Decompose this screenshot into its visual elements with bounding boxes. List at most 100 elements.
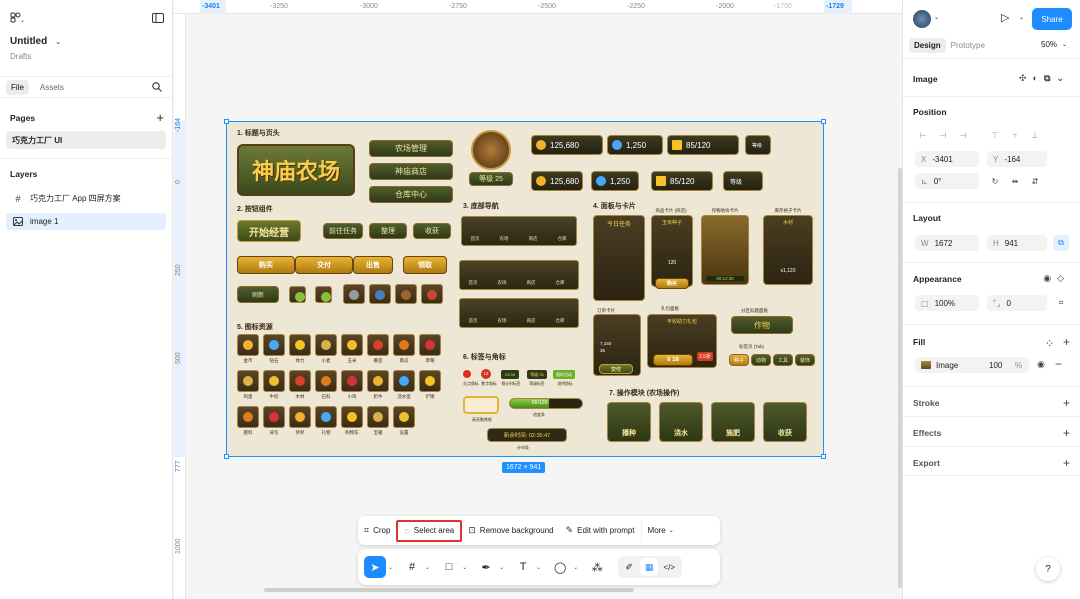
design-mode-icon[interactable]: ▦ bbox=[640, 558, 659, 576]
sidebar-toggle-icon[interactable] bbox=[152, 13, 164, 23]
align-left-icon[interactable]: ⊢ bbox=[915, 127, 931, 143]
styles-icon[interactable]: ⁘ bbox=[1046, 339, 1053, 348]
lasso-icon: ◌ bbox=[404, 525, 410, 536]
corner-radius-input[interactable]: ⌜⌟ 0 bbox=[987, 295, 1047, 311]
action-button: 浇水 bbox=[659, 402, 703, 442]
chevron-down-icon[interactable]: ⌄ bbox=[1019, 14, 1024, 21]
component-icons[interactable]: ✣◐⧉⌄ bbox=[1019, 73, 1070, 84]
flip-horizontal-icon[interactable]: ⇹ bbox=[1007, 173, 1023, 189]
buy-button: 购买 bbox=[655, 278, 689, 289]
layer-type-row: Image ✣◐⧉⌄ bbox=[913, 73, 1070, 84]
add-effect-icon[interactable]: + bbox=[1063, 426, 1070, 440]
add-fill-icon[interactable]: + bbox=[1063, 335, 1070, 349]
figma-menu-icon[interactable]: ⌄ bbox=[10, 12, 24, 24]
tab-design[interactable]: Design bbox=[909, 38, 946, 53]
tab-assets[interactable]: Assets bbox=[35, 80, 69, 95]
zoom-level[interactable]: 50% bbox=[1041, 40, 1057, 49]
actions-tool-icon[interactable]: ⁂ bbox=[586, 556, 608, 578]
divider bbox=[0, 158, 172, 159]
remove-background-icon: ⊡ bbox=[468, 525, 476, 535]
resize-handle[interactable] bbox=[821, 119, 826, 124]
add-stroke-icon[interactable]: + bbox=[1063, 396, 1070, 410]
individual-corners-icon[interactable]: ⌗ bbox=[1053, 295, 1069, 311]
rotation-input[interactable]: ⊾ 0° bbox=[915, 173, 979, 189]
opacity-input[interactable]: ▢ 100% bbox=[915, 295, 979, 311]
constrain-proportions-icon[interactable]: ⧉ bbox=[1053, 235, 1069, 251]
draw-mode-icon[interactable]: ✐ bbox=[620, 558, 638, 576]
search-icon[interactable] bbox=[152, 82, 162, 92]
chevron-down-icon[interactable]: ⌄ bbox=[388, 564, 393, 571]
align-middle-icon[interactable]: ⫟ bbox=[1007, 127, 1023, 143]
file-title-row[interactable]: Untitled ⌄ bbox=[10, 36, 164, 47]
chevron-down-icon[interactable]: ⌄ bbox=[1062, 41, 1067, 48]
canvas[interactable]: -3401 -3250 -3000 -2750 -2500 -2250 -200… bbox=[174, 0, 902, 599]
chevron-down-icon[interactable]: ⌄ bbox=[934, 14, 939, 21]
remove-fill-icon[interactable]: − bbox=[1055, 357, 1062, 371]
x-input[interactable]: X -3401 bbox=[915, 151, 979, 167]
rotate-icon[interactable]: ↻ bbox=[987, 173, 1003, 189]
resource-icon-label: 小麦 bbox=[321, 358, 331, 363]
resize-handle[interactable] bbox=[224, 454, 229, 459]
fill-visibility-icon[interactable]: ◉ bbox=[1037, 359, 1045, 370]
watering-can-tile-icon bbox=[369, 284, 391, 304]
edit-with-prompt-button[interactable]: ✎ Edit with prompt bbox=[560, 520, 641, 542]
flip-vertical-icon[interactable]: ⇵ bbox=[1027, 173, 1043, 189]
align-center-icon[interactable]: ⊣ bbox=[935, 127, 951, 143]
remove-background-button[interactable]: ⊡ Remove background bbox=[462, 520, 559, 542]
select-area-button[interactable]: ◌ Select area bbox=[396, 519, 463, 542]
dev-mode-icon[interactable]: </> bbox=[660, 558, 678, 576]
layers-title: Layers bbox=[10, 169, 38, 179]
crop-button[interactable]: ⌗ Crop bbox=[358, 520, 396, 542]
comment-tool-icon[interactable]: ◯ bbox=[549, 556, 571, 578]
resize-handle[interactable] bbox=[821, 454, 826, 459]
align-right-icon[interactable]: ⊣ bbox=[955, 127, 971, 143]
selected-image[interactable]: 1. 标题与页头 神庙农场 农场管理 神庙商店 仓库中心 等级 25 125,6… bbox=[224, 119, 826, 459]
add-page-icon[interactable]: + bbox=[156, 110, 164, 125]
fill-opacity: 100 bbox=[989, 360, 1003, 370]
rectangle-tool-icon[interactable]: □ bbox=[438, 556, 460, 578]
help-button[interactable]: ? bbox=[1036, 557, 1060, 581]
seed-price: 120 bbox=[667, 260, 677, 266]
width-input[interactable]: W 1672 bbox=[915, 235, 979, 251]
ruler-mark: -1750 bbox=[774, 3, 792, 10]
page-item[interactable]: 巧克力工厂 UI bbox=[6, 131, 166, 149]
frame-tool-icon[interactable]: # bbox=[401, 556, 423, 578]
horizontal-scrollbar[interactable] bbox=[264, 588, 634, 592]
chevron-down-icon[interactable]: ⌄ bbox=[536, 564, 541, 571]
tab-prototype[interactable]: Prototype bbox=[946, 38, 990, 53]
y-input[interactable]: Y -164 bbox=[987, 151, 1047, 167]
fill-section: Fill ⁘ + Image 100 % ◉ − bbox=[903, 324, 1080, 386]
resource-icon-label: 玉米 bbox=[347, 358, 357, 363]
edit-with-prompt-label: Edit with prompt bbox=[577, 526, 635, 535]
align-bottom-icon[interactable]: ⊥ bbox=[1027, 127, 1043, 143]
ruler-mark: 250 bbox=[175, 264, 182, 276]
yellow-button: 领取 bbox=[403, 256, 447, 274]
tab-file[interactable]: File bbox=[6, 79, 29, 95]
resource-icon-label: 草莓 bbox=[425, 358, 435, 363]
avatar[interactable] bbox=[913, 10, 931, 28]
pen-tool-icon[interactable]: ✒ bbox=[475, 556, 497, 578]
height-input[interactable]: H 941 bbox=[987, 235, 1047, 251]
share-button[interactable]: Share bbox=[1032, 8, 1072, 30]
resize-handle[interactable] bbox=[224, 119, 229, 124]
chevron-down-icon[interactable]: ⌄ bbox=[425, 564, 430, 571]
left-panel: ⌄ Untitled ⌄ Drafts File Assets Pages + … bbox=[0, 0, 173, 599]
fill-item[interactable]: Image 100 % bbox=[915, 357, 1029, 373]
chevron-down-icon[interactable]: ⌄ bbox=[499, 564, 504, 571]
layer-frame[interactable]: # 巧克力工厂 App 四屏方案 bbox=[6, 190, 166, 207]
small-button: 收获 bbox=[413, 223, 451, 239]
visibility-icon[interactable]: ◉◇ bbox=[1043, 273, 1070, 284]
chevron-down-icon[interactable]: ⌄ bbox=[573, 564, 578, 571]
add-export-icon[interactable]: + bbox=[1063, 456, 1070, 470]
move-tool-icon[interactable]: ➤ bbox=[364, 556, 386, 578]
image-context-toolbar: ⌗ Crop ◌ Select area ⊡ Remove background ✎ E… bbox=[358, 516, 720, 545]
fill-title: Fill bbox=[913, 337, 926, 347]
section-title: 4. 面板与卡片 bbox=[593, 203, 636, 210]
discount-badge: 3.5折 bbox=[697, 352, 713, 361]
layer-image[interactable]: image 1 bbox=[6, 213, 166, 230]
align-top-icon[interactable]: ⊤ bbox=[987, 127, 1003, 143]
play-icon[interactable]: ▷ bbox=[1001, 11, 1009, 24]
chevron-down-icon[interactable]: ⌄ bbox=[462, 564, 467, 571]
more-button[interactable]: More ⌄ bbox=[640, 519, 680, 542]
text-tool-icon[interactable]: T bbox=[512, 556, 534, 578]
